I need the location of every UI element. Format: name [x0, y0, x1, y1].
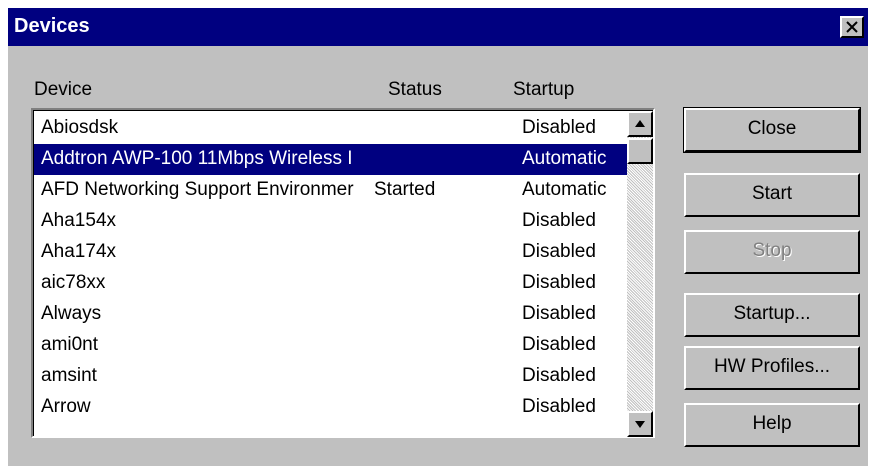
column-header-status: Status: [388, 79, 442, 100]
window-title: Devices: [14, 15, 90, 37]
title-bar[interactable]: Devices: [8, 8, 868, 46]
device-name: aic78xx: [41, 272, 106, 293]
close-icon: [846, 21, 858, 33]
device-startup: Disabled: [522, 241, 596, 262]
device-name: ami0nt: [41, 334, 99, 355]
hw-profiles-button[interactable]: HW Profiles...: [684, 346, 860, 390]
arrow-up-icon: [635, 120, 645, 127]
device-startup: Disabled: [522, 210, 596, 231]
device-name: AFD Networking Support Environmer: [41, 179, 354, 200]
startup-button[interactable]: Startup...: [684, 293, 860, 337]
device-name: Abiosdsk: [41, 117, 119, 138]
close-button[interactable]: Close: [683, 107, 861, 153]
device-startup: Disabled: [522, 303, 596, 324]
device-name: Always: [41, 303, 102, 324]
device-name: Addtron AWP-100 11Mbps Wireless I: [41, 148, 353, 169]
device-startup: Automatic: [522, 179, 607, 200]
device-row[interactable]: Addtron AWP-100 11Mbps Wireless I Automat…: [34, 144, 630, 175]
device-row[interactable]: Abiosdsk Disabled: [34, 113, 630, 144]
column-header-device: Device: [34, 79, 93, 100]
device-rows: Abiosdsk Disabled Addtron AWP-100 11Mbps W…: [34, 113, 630, 423]
scroll-thumb[interactable]: [627, 138, 653, 164]
device-startup: Disabled: [522, 365, 596, 386]
device-row[interactable]: Always Disabled: [34, 299, 630, 330]
scroll-up-button[interactable]: [627, 111, 653, 137]
device-name: Aha174x: [41, 241, 117, 262]
arrow-down-icon: [635, 421, 645, 428]
device-row[interactable]: aic78xx Disabled: [34, 268, 630, 299]
scroll-down-button[interactable]: [627, 411, 653, 437]
device-startup: Disabled: [522, 334, 596, 355]
device-startup: Disabled: [522, 117, 596, 138]
device-list-inner: Abiosdsk Disabled Addtron AWP-100 11Mbps W…: [33, 110, 653, 437]
start-button[interactable]: Start: [684, 173, 860, 217]
device-row[interactable]: AFD Networking Support Environmer Started…: [34, 175, 630, 206]
devices-dialog: Devices Device Status Startup Abiosdsk Di…: [8, 8, 868, 466]
device-row[interactable]: ami0nt Disabled: [34, 330, 630, 361]
device-row[interactable]: Aha154x Disabled: [34, 206, 630, 237]
device-startup: Disabled: [522, 272, 596, 293]
device-name: amsint: [41, 365, 97, 386]
device-startup: Automatic: [522, 148, 607, 169]
device-row[interactable]: Aha174x Disabled: [34, 237, 630, 268]
device-row[interactable]: amsint Disabled: [34, 361, 630, 392]
device-status: Started: [374, 179, 436, 200]
help-button[interactable]: Help: [684, 403, 860, 447]
column-header-startup: Startup: [513, 79, 575, 100]
device-name: Arrow: [41, 396, 91, 417]
device-list[interactable]: Abiosdsk Disabled Addtron AWP-100 11Mbps W…: [31, 108, 655, 438]
device-name: Aha154x: [41, 210, 117, 231]
close-window-button[interactable]: [840, 16, 864, 38]
device-startup: Disabled: [522, 396, 596, 417]
device-row[interactable]: Arrow Disabled: [34, 392, 630, 423]
vertical-scrollbar[interactable]: [627, 111, 653, 437]
stop-button: Stop: [684, 230, 860, 274]
